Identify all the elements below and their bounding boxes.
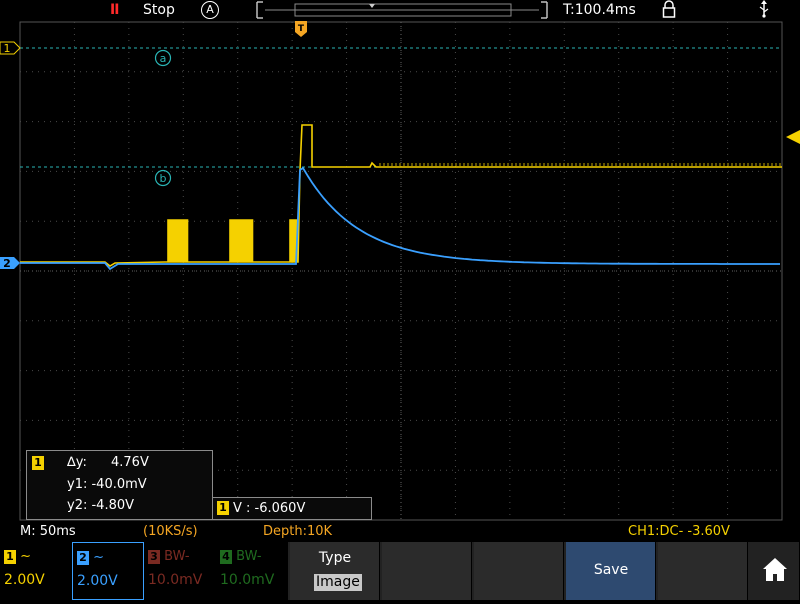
trigger-info-readout: CH1:DC- -3.60V [628, 524, 730, 539]
ch3-number-tag: 3 [148, 550, 160, 564]
voltage-readout-panel: 1 V : -6.060V [212, 497, 372, 520]
acquisition-status-line: M: 50ms (10KS/s) Depth:10K CH1:DC- -3.60… [0, 523, 800, 541]
ch4-softkey[interactable]: 4 BW- 10.0mV [216, 542, 288, 600]
ch1-scale: 2.00V [4, 572, 45, 588]
save-button[interactable]: Save [566, 542, 656, 600]
blank-softkey-2[interactable] [474, 542, 564, 600]
graticule [19, 21, 783, 521]
trigger-level-marker [786, 130, 800, 144]
delta-y-label: ∆y: [67, 455, 87, 470]
ch1-number-tag: 1 [4, 550, 16, 564]
ch1-level-marker-label: 1 [4, 42, 11, 55]
timebase-readout: M: 50ms [20, 524, 76, 539]
home-icon [763, 558, 787, 581]
blank-softkey-3[interactable] [658, 542, 748, 600]
ch2-number-tag: 2 [77, 551, 89, 565]
ch3-scale: 10.0mV [148, 572, 203, 588]
sample-rate-readout: (10KS/s) [143, 524, 198, 539]
ch2-coupling: ~ [93, 550, 105, 565]
trigger-position-label: T [298, 24, 305, 34]
channel-markers[interactable]: 1 2 T [0, 21, 800, 270]
cursor-b-label: b [160, 172, 167, 185]
cursor-a-label: a [160, 52, 167, 65]
save-label: Save [593, 562, 629, 578]
ch3-softkey[interactable]: 3 BW- 10.0mV [144, 542, 216, 600]
voltage-channel-tag: 1 [217, 501, 229, 515]
ch2-scale: 2.00V [77, 573, 118, 589]
cursor-measurement-panel: 1 ∆y: 4.76V y1: -40.0mV y2: -4.80V [26, 450, 213, 520]
ch2-softkey[interactable]: 2 ~ 2.00V [72, 542, 144, 600]
ch4-scale: 10.0mV [220, 572, 275, 588]
measurement-channel-tag: 1 [32, 456, 44, 470]
ch4-coupling: BW- [236, 549, 262, 564]
y1-readout: y1: -40.0mV [67, 477, 147, 492]
softkey-bar: 1 ~ 2.00V 2 ~ 2.00V 3 BW- 10.0mV 4 BW- 1… [0, 542, 800, 600]
ch2-trace [20, 166, 780, 271]
type-value: Image [314, 574, 362, 591]
type-softkey[interactable]: Type Image [290, 542, 380, 600]
ch1-softkey[interactable]: 1 ~ 2.00V [0, 542, 72, 600]
ch4-number-tag: 4 [220, 550, 232, 564]
voltage-readout: V : -6.060V [233, 501, 306, 516]
type-label: Type [318, 550, 352, 566]
memory-depth-readout: Depth:10K [263, 524, 333, 539]
y2-readout: y2: -4.80V [67, 498, 135, 513]
blank-softkey-1[interactable] [382, 542, 472, 600]
ch1-coupling: ~ [20, 549, 32, 564]
delta-y-value: 4.76V [111, 455, 149, 470]
ch2-level-marker-label: 2 [3, 257, 11, 270]
ch3-coupling: BW- [164, 549, 190, 564]
home-button[interactable] [750, 542, 800, 600]
